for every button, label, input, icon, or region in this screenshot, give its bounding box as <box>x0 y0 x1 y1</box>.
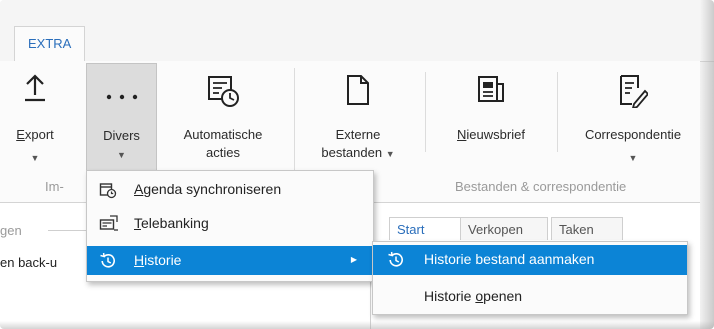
telebanking-icon <box>99 215 119 236</box>
tab-verkopen[interactable]: Verkopen <box>460 217 548 240</box>
tab-start[interactable]: Start <box>389 217 461 240</box>
more-icon <box>103 88 143 100</box>
divers-label: Divers <box>103 128 140 143</box>
externe-bestanden-button[interactable]: Externe bestanden ▼ <box>302 66 414 176</box>
left-panel-backup-label: en back-u <box>0 255 58 270</box>
automatische-label-1: Automatische <box>183 127 263 142</box>
externe-label-1: Externe <box>335 127 381 142</box>
menu-item-agenda-label: Agenda synchroniseren <box>134 181 282 197</box>
menu-item-historie-bestand-aanmaken[interactable]: Historie bestand aanmaken <box>373 245 687 275</box>
window-shadow-right <box>700 0 714 329</box>
tab-extra[interactable]: EXTRA <box>14 26 85 62</box>
export-button[interactable]: Export ▼ <box>5 66 65 176</box>
export-label: Export <box>16 127 54 142</box>
tab-taken[interactable]: Taken <box>551 217 623 240</box>
historie-submenu: Historie bestand aanmaken Historie opene… <box>372 241 688 315</box>
menu-item-historie-bestand-aanmaken-label: Historie bestand aanmaken <box>424 251 595 267</box>
edit-document-icon <box>618 74 650 112</box>
document-icon <box>345 74 371 110</box>
externe-label-2: bestanden ▼ <box>321 145 395 160</box>
automatische-label-2: acties <box>206 145 240 160</box>
app-window: EXTRA Export ▼ Divers ▼ Automatische act… <box>0 0 714 329</box>
divers-dropdown-arrow: ▼ <box>117 150 126 160</box>
export-icon <box>24 74 46 106</box>
newsletter-icon <box>476 75 506 107</box>
group-label-im: Im- <box>45 179 64 194</box>
window-shadow-bottom <box>0 321 714 329</box>
export-dropdown-arrow: ▼ <box>30 153 40 163</box>
submenu-arrow-icon: ▶ <box>350 255 357 264</box>
left-panel-label: gen <box>0 223 22 238</box>
divers-button[interactable]: Divers ▼ <box>86 63 157 177</box>
ribbon-tab-row: EXTRA <box>0 0 714 62</box>
button-separator-2 <box>557 72 558 152</box>
calendar-sync-icon <box>99 181 117 202</box>
tab-extra-label: EXTRA <box>28 36 72 51</box>
correspondentie-label: Correspondentie <box>584 127 682 142</box>
nieuwsbrief-button[interactable]: Nieuwsbrief <box>435 66 547 176</box>
menu-item-telebanking-label: Telebanking <box>134 215 209 231</box>
scheduled-actions-icon <box>206 74 240 112</box>
menu-item-telebanking[interactable]: Telebanking <box>87 209 373 238</box>
menu-item-historie-label: Historie <box>134 252 182 268</box>
correspondentie-button[interactable]: Correspondentie ▼ <box>563 66 703 176</box>
menu-item-historie-openen[interactable]: Historie openen <box>373 282 687 311</box>
menu-item-historie[interactable]: Historie ▶ <box>87 246 373 275</box>
menu-item-agenda[interactable]: Agenda synchroniseren <box>87 175 373 204</box>
correspondentie-dropdown-arrow: ▼ <box>628 153 638 163</box>
history-icon <box>99 252 117 273</box>
nieuwsbrief-label: Nieuwsbrief <box>457 127 525 142</box>
history-icon <box>387 251 405 272</box>
automatische-acties-button[interactable]: Automatische acties <box>163 66 283 176</box>
divers-menu: Agenda synchroniseren Telebanking Histor… <box>86 170 374 282</box>
menu-item-historie-openen-label: Historie openen <box>424 288 523 304</box>
group-label-bestanden: Bestanden & correspondentie <box>455 179 627 194</box>
button-separator <box>425 72 426 152</box>
